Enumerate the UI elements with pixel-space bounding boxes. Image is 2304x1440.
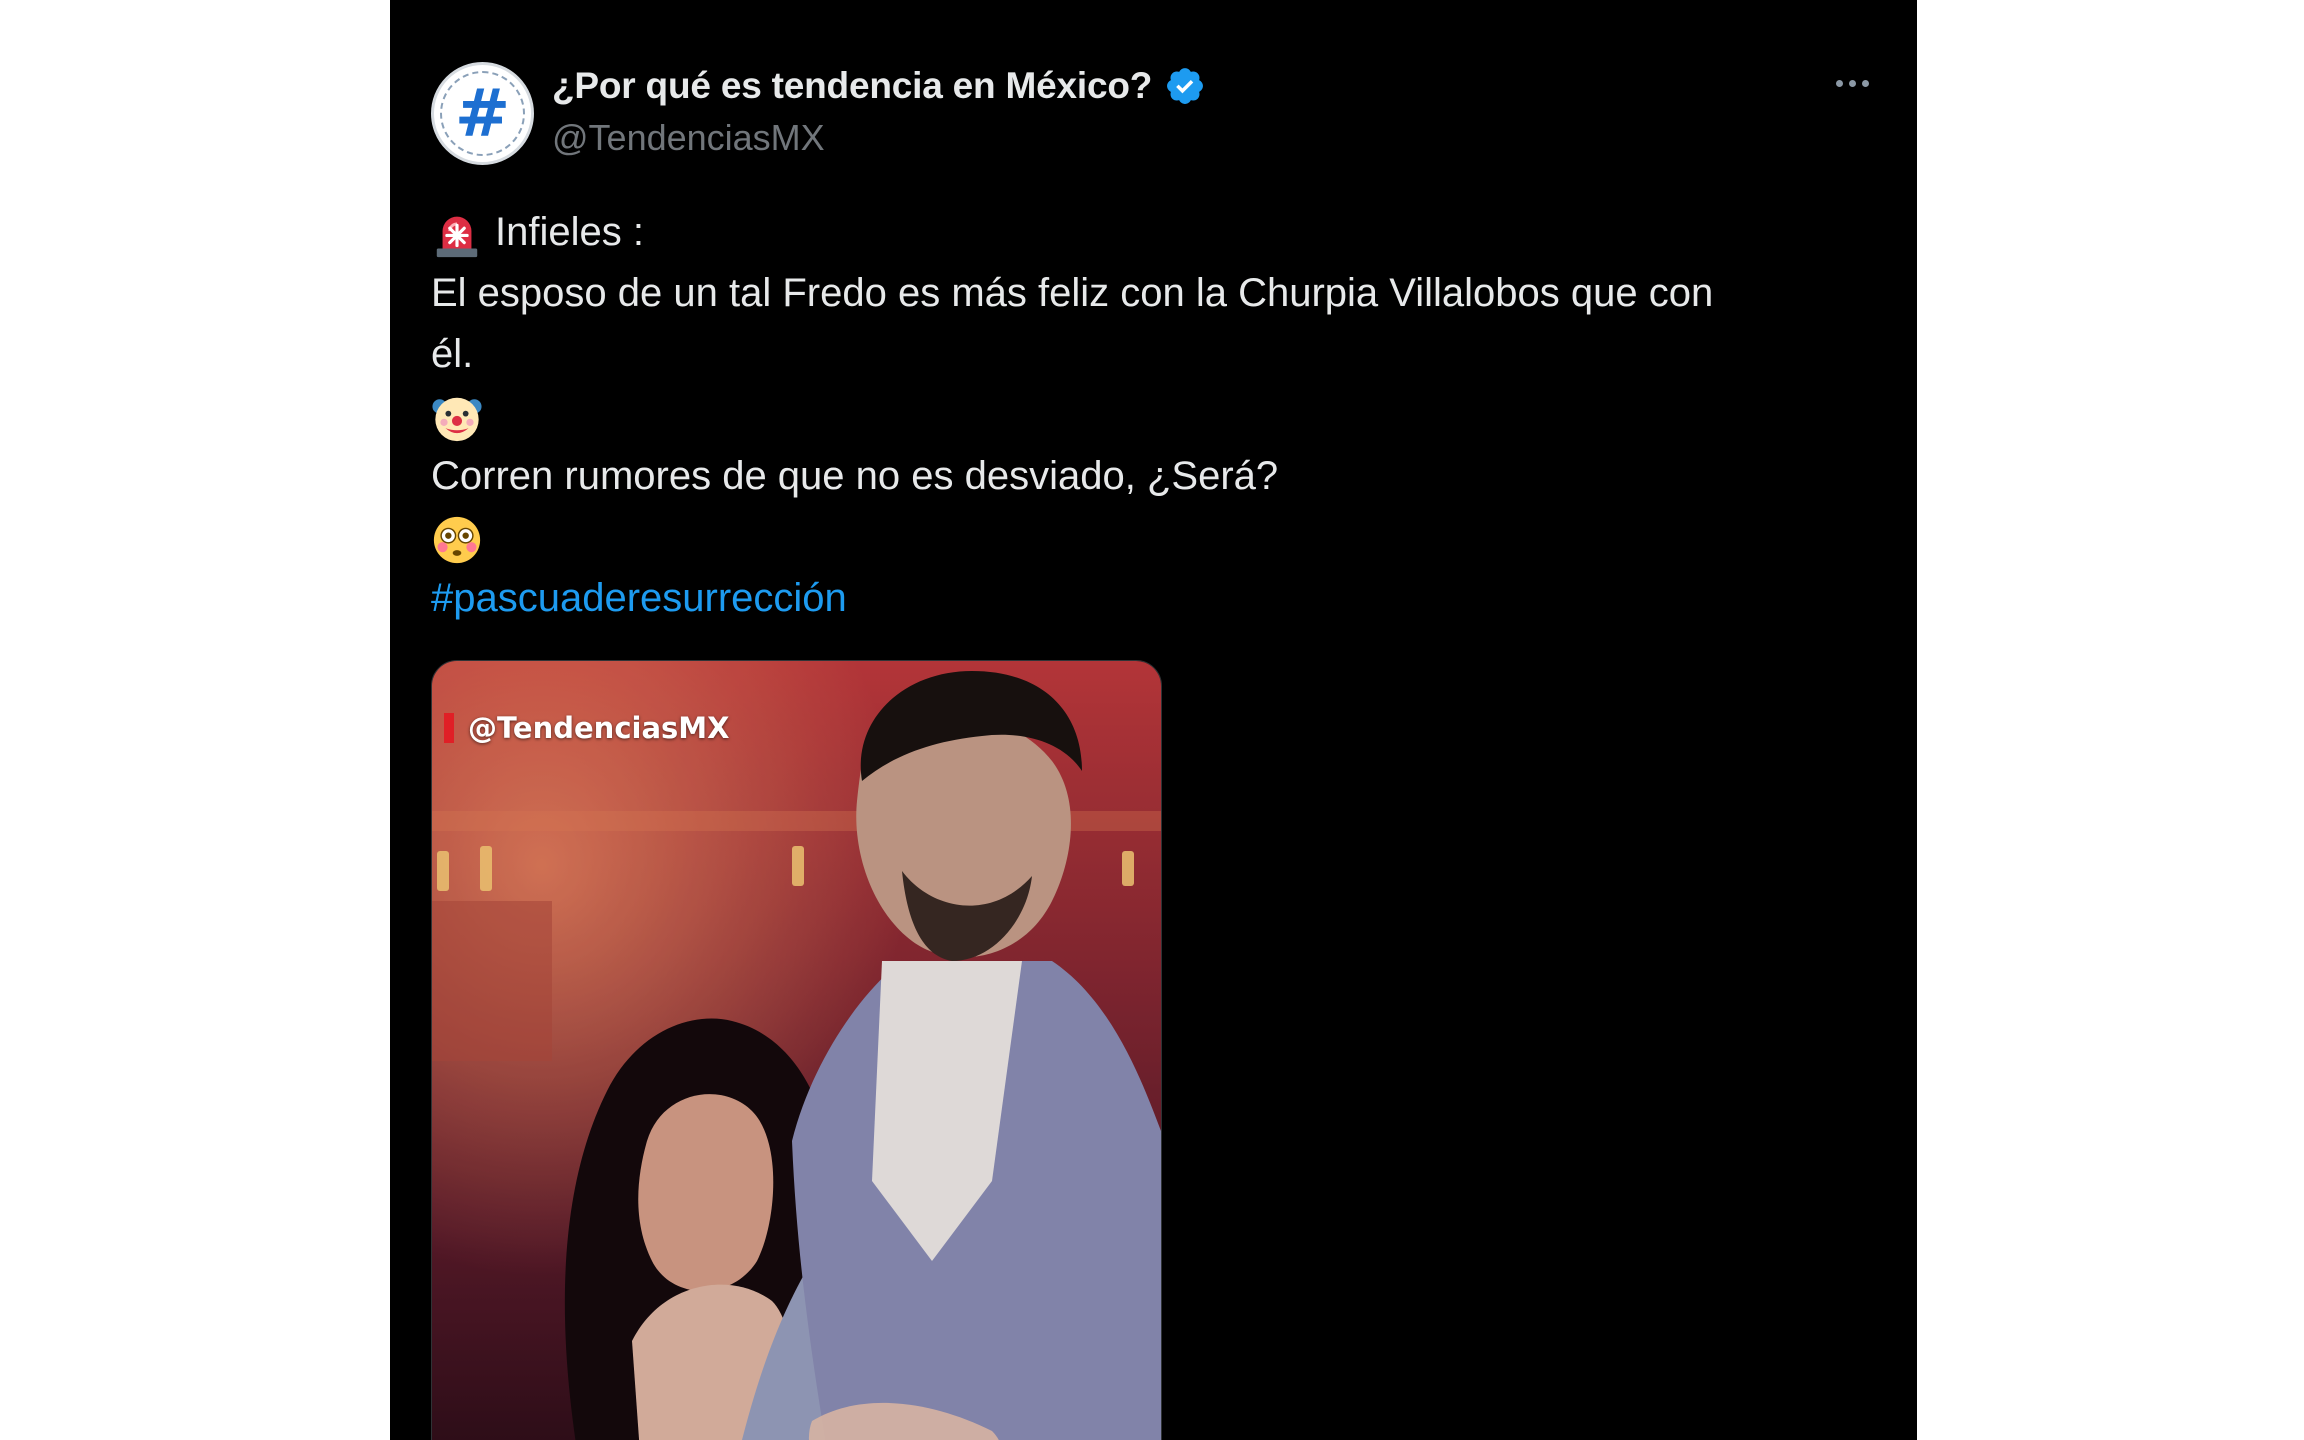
avatar[interactable]: # [431,62,534,165]
author-row: ¿Por qué es tendencia en México? [552,65,1206,107]
tweet-line-1: Infieles : [495,210,644,254]
verified-badge-icon [1167,68,1204,104]
watermark-bar [444,713,454,743]
media-watermark: @TendenciasMX [444,711,730,745]
more-dot [1836,80,1843,87]
display-name[interactable]: ¿Por qué es tendencia en México? [552,65,1152,107]
tweet-line-4: Corren rumores de que no es desviado, ¿S… [431,454,1279,498]
tweet-line-3: él. [431,332,474,376]
emoji-line [431,507,1871,568]
author-handle[interactable]: @TendenciasMX [552,117,825,159]
tweet-line: Infieles : [431,202,1871,263]
more-dot [1849,80,1856,87]
tweet-card[interactable]: # ¿Por qué es tendencia en México? @Tend… [390,0,1917,1440]
tweet-media-video[interactable]: @TendenciasMX [431,660,1162,1440]
clown-face-emoji [432,398,482,442]
tweet-line-2: El esposo de un tal Fredo es más feliz c… [431,271,1714,315]
hashtag-line: #pascuaderesurrección [431,568,1871,629]
tweet-text: Infieles : El esposo de un tal Fredo es … [431,202,1871,629]
flushed-face-emoji [433,517,481,564]
police-light-emoji [436,217,478,258]
video-thumbnail [432,661,1161,1440]
hashtag-link[interactable]: #pascuaderesurrección [431,576,847,620]
emoji-line [431,385,1871,446]
more-options-icon[interactable] [1836,80,1869,87]
more-dot [1862,80,1869,87]
watermark-text: @TendenciasMX [468,711,730,745]
hashtag-icon: # [454,74,511,152]
